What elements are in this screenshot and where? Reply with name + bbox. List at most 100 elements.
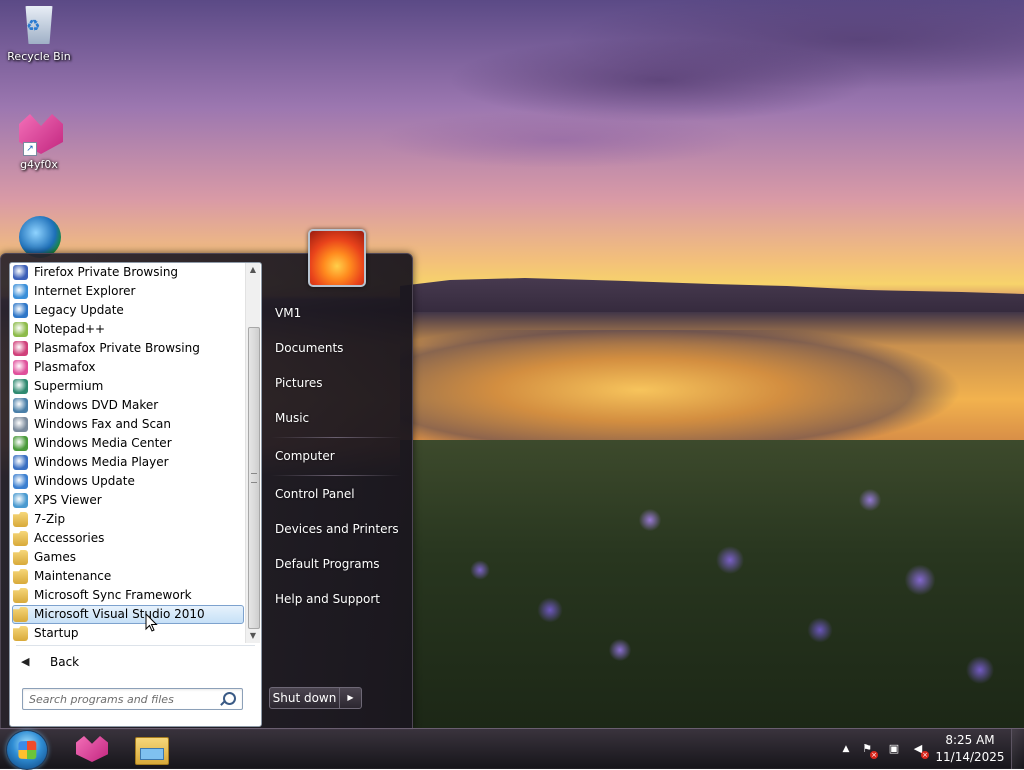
shutdown-options-arrow-icon[interactable]: ▶ — [339, 687, 362, 709]
program-list-item[interactable]: Startup — [10, 624, 245, 643]
windows-update-icon — [13, 474, 28, 489]
program-list-item[interactable]: Windows Fax and Scan — [10, 415, 245, 434]
legacy-update-icon — [13, 303, 28, 318]
taskbar: ▲ ⚑ × ▣ ◀ × 8:25 AM 11/14/2025 — [0, 728, 1024, 770]
clock-time[interactable]: 8:25 AM — [934, 733, 1006, 747]
program-list-item[interactable]: Games — [10, 548, 245, 567]
scroll-thumb[interactable] — [248, 327, 260, 629]
notification-area: ▲ ⚑ × ▣ ◀ × 8:25 AM 11/14/2025 — [834, 729, 1024, 769]
program-label: Games — [34, 550, 76, 564]
start-item-user[interactable]: VM1 — [266, 300, 415, 326]
folder-icon — [13, 512, 28, 527]
program-list-item[interactable]: Maintenance — [10, 567, 245, 586]
program-label: Windows Fax and Scan — [34, 417, 172, 431]
plasmafox-icon: ↗ — [19, 114, 63, 156]
start-item-help-support[interactable]: Help and Support — [266, 586, 415, 612]
program-list-scrollbar[interactable]: ▲ ▼ — [245, 263, 260, 643]
clock-date[interactable]: 11/14/2025 — [934, 750, 1006, 764]
program-list-item[interactable]: Notepad++ — [10, 320, 245, 339]
shortcut-arrow-icon: ↗ — [23, 142, 37, 156]
dvd-maker-icon — [13, 398, 28, 413]
program-list-item[interactable]: Windows Media Player — [10, 453, 245, 472]
plasmafox-icon — [13, 360, 28, 375]
all-programs-list: Firefox Private Browsing Internet Explore… — [10, 263, 245, 643]
program-list-item[interactable]: Plasmafox Private Browsing — [10, 339, 245, 358]
program-label: Maintenance — [34, 569, 112, 583]
wallpaper-mountains — [400, 278, 1024, 312]
program-list-item[interactable]: Supermium — [10, 377, 245, 396]
show-desktop-button[interactable] — [1011, 729, 1024, 769]
shutdown-button[interactable]: Shut down — [269, 687, 340, 709]
folder-icon — [13, 607, 28, 622]
notepadpp-icon — [13, 322, 28, 337]
program-list-item[interactable]: Accessories — [10, 529, 245, 548]
program-label: Firefox Private Browsing — [34, 265, 179, 279]
desktop-icon-recycle-bin[interactable]: Recycle Bin — [2, 6, 76, 63]
program-label: Windows Media Player — [34, 455, 169, 469]
taskbar-pinned-plasmafox[interactable] — [60, 731, 118, 767]
program-label: Windows Media Center — [34, 436, 172, 450]
supermium-icon — [19, 216, 61, 258]
start-item-default-programs[interactable]: Default Programs — [266, 551, 415, 577]
media-center-icon — [13, 436, 28, 451]
start-item-documents[interactable]: Documents — [266, 335, 415, 361]
network-icon[interactable]: ▣ — [886, 741, 902, 757]
folder-icon — [13, 626, 28, 641]
divider — [16, 645, 255, 646]
desktop-icon-label: g4yf0x — [20, 158, 58, 171]
program-label: Plasmafox Private Browsing — [34, 341, 200, 355]
volume-icon[interactable]: ◀ × — [910, 741, 929, 759]
start-item-music[interactable]: Music — [266, 405, 415, 431]
wallpaper-meadow — [400, 440, 1024, 730]
windows-explorer-icon — [135, 737, 169, 765]
divider — [271, 437, 401, 438]
desktop-icon-label: Recycle Bin — [7, 50, 71, 63]
program-list-item[interactable]: Internet Explorer — [10, 282, 245, 301]
program-label: Legacy Update — [34, 303, 124, 317]
program-label: Microsoft Sync Framework — [34, 588, 192, 602]
program-list-item[interactable]: Plasmafox — [10, 358, 245, 377]
scroll-down-arrow-icon[interactable]: ▼ — [246, 629, 260, 643]
start-item-computer[interactable]: Computer — [266, 443, 415, 469]
program-label: Startup — [34, 626, 79, 640]
search-input[interactable] — [23, 689, 219, 709]
program-label: Internet Explorer — [34, 284, 136, 298]
program-list-item[interactable]: Windows DVD Maker — [10, 396, 245, 415]
supermium-icon — [13, 379, 28, 394]
firefox-private-icon — [13, 265, 28, 280]
program-list-item[interactable]: Windows Media Center — [10, 434, 245, 453]
start-menu-left-pane: Firefox Private Browsing Internet Explore… — [9, 262, 262, 727]
start-button[interactable] — [6, 730, 48, 770]
program-list-item[interactable]: Legacy Update — [10, 301, 245, 320]
user-picture[interactable] — [308, 229, 366, 287]
start-item-control-panel[interactable]: Control Panel — [266, 481, 415, 507]
program-list-item[interactable]: 7-Zip — [10, 510, 245, 529]
program-list-item[interactable]: Microsoft Sync Framework — [10, 586, 245, 605]
program-list-item[interactable]: Microsoft Visual Studio 2010 — [12, 605, 244, 624]
program-label: Accessories — [34, 531, 105, 545]
program-list-item[interactable]: Windows Update — [10, 472, 245, 491]
show-hidden-icons-icon[interactable]: ▲ — [838, 741, 854, 757]
scroll-up-arrow-icon[interactable]: ▲ — [246, 263, 260, 277]
divider — [271, 475, 401, 476]
program-label: Microsoft Visual Studio 2010 — [34, 607, 205, 621]
action-center-flag-icon[interactable]: ⚑ × — [859, 741, 878, 759]
back-label: Back — [50, 655, 80, 669]
start-item-devices-printers[interactable]: Devices and Printers — [266, 516, 415, 542]
internet-explorer-icon — [13, 284, 28, 299]
fax-scan-icon — [13, 417, 28, 432]
program-list-item[interactable]: XPS Viewer — [10, 491, 245, 510]
desktop-icon-g4yf0x[interactable]: ↗ g4yf0x — [2, 114, 76, 171]
search-icon[interactable] — [223, 692, 236, 705]
start-item-pictures[interactable]: Pictures — [266, 370, 415, 396]
program-label: 7-Zip — [34, 512, 66, 526]
taskbar-pinned-windows-explorer[interactable] — [121, 731, 179, 767]
program-label: Plasmafox — [34, 360, 96, 374]
search-box[interactable] — [22, 688, 243, 710]
program-label: Windows Update — [34, 474, 135, 488]
folder-icon — [13, 588, 28, 603]
back-button[interactable]: ◀ Back — [16, 651, 246, 673]
program-list-item[interactable]: Firefox Private Browsing — [10, 263, 245, 282]
folder-icon — [13, 531, 28, 546]
back-arrow-icon: ◀ — [21, 655, 30, 668]
